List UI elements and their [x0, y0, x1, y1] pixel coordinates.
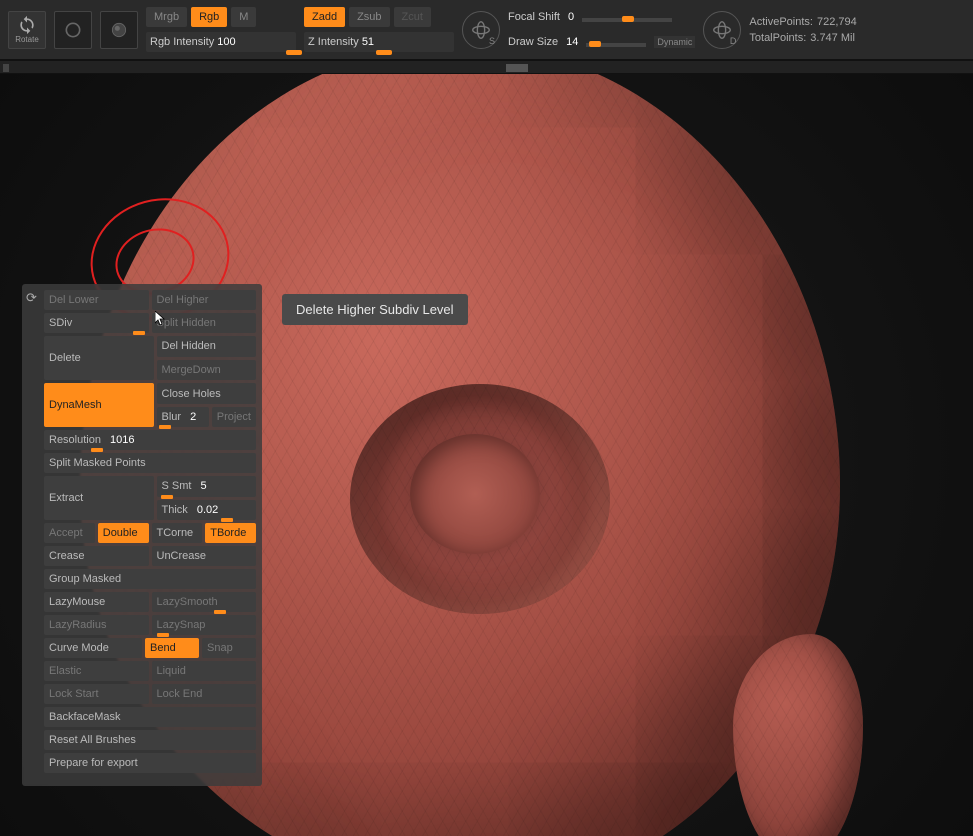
- rotate-label: Rotate: [15, 35, 39, 44]
- crease-button[interactable]: Crease: [44, 546, 149, 566]
- rgb-button[interactable]: Rgb: [191, 7, 227, 27]
- draw-size-label: Draw Size: [508, 36, 558, 48]
- uncrease-button[interactable]: UnCrease: [152, 546, 257, 566]
- dynamesh-button[interactable]: DynaMesh: [44, 383, 154, 427]
- refresh-icon[interactable]: ⟳: [26, 290, 37, 306]
- lazysnap-label: LazySnap: [157, 619, 206, 631]
- delete-button[interactable]: Delete: [44, 336, 154, 380]
- zadd-button[interactable]: Zadd: [304, 7, 345, 27]
- lazyradius-slider[interactable]: LazyRadius: [44, 615, 149, 635]
- reset-brushes-button[interactable]: Reset All Brushes: [44, 730, 256, 750]
- sdiv-label: SDiv: [49, 317, 72, 329]
- total-points-label: TotalPoints:: [749, 32, 806, 44]
- geometry-popup: ⟳ Del Lower Del Higher SDiv Split Hidden…: [22, 284, 262, 786]
- prepare-export-button[interactable]: Prepare for export: [44, 753, 256, 773]
- draw-size-value: 14: [566, 36, 578, 48]
- liquid-button[interactable]: Liquid: [152, 661, 257, 681]
- bend-button[interactable]: Bend: [145, 638, 199, 658]
- total-points-value: 3.747 Mil: [810, 32, 855, 44]
- dynamic-toggle[interactable]: Dynamic: [654, 36, 695, 48]
- lazysmooth-slider[interactable]: LazySmooth: [152, 592, 257, 612]
- s-smt-slider[interactable]: S Smt 5: [157, 476, 257, 497]
- thick-label: Thick: [162, 504, 188, 516]
- sphere-icon-1[interactable]: [54, 11, 92, 49]
- resolution-value: 1016: [110, 434, 134, 446]
- rotate-button[interactable]: Rotate: [8, 11, 46, 49]
- rgb-intensity-label: Rgb Intensity: [150, 36, 214, 48]
- rgb-intensity-value: 100: [217, 36, 235, 48]
- extract-button[interactable]: Extract: [44, 476, 154, 520]
- rgb-intensity-slider[interactable]: Rgb Intensity 100: [146, 32, 296, 52]
- tooltip: Delete Higher Subdiv Level: [282, 294, 468, 325]
- z-intensity-label: Z Intensity: [308, 36, 359, 48]
- sphere-icon-2[interactable]: [100, 11, 138, 49]
- backface-mask-button[interactable]: BackfaceMask: [44, 707, 256, 727]
- sdiv-slider[interactable]: SDiv: [44, 313, 149, 333]
- stats-block: ActivePoints: 722,794 TotalPoints: 3.747…: [749, 16, 856, 44]
- thick-slider[interactable]: Thick 0.02: [157, 500, 257, 521]
- s-smt-value: 5: [201, 480, 207, 492]
- resolution-slider[interactable]: Resolution 1016: [44, 430, 256, 450]
- blur-slider[interactable]: Blur 2: [157, 407, 209, 427]
- snap-button[interactable]: Snap: [202, 638, 256, 658]
- zsub-button[interactable]: Zsub: [349, 7, 389, 27]
- focal-shift-slider[interactable]: [582, 18, 672, 22]
- del-hidden-button[interactable]: Del Hidden: [157, 336, 257, 357]
- project-button[interactable]: Project: [212, 407, 256, 427]
- mrgb-button[interactable]: Mrgb: [146, 7, 187, 27]
- z-mode-group: Zadd Zsub Zcut Z Intensity 51: [304, 6, 454, 53]
- timeline-track[interactable]: [0, 60, 973, 74]
- lazyradius-label: LazyRadius: [49, 619, 106, 631]
- lock-end-button[interactable]: Lock End: [152, 684, 257, 704]
- split-hidden-button[interactable]: Split Hidden: [152, 313, 257, 333]
- gyro-d-icon[interactable]: D: [703, 11, 741, 49]
- mesh-eye-socket: [350, 384, 610, 614]
- gyro-s-icon[interactable]: S: [462, 11, 500, 49]
- double-button[interactable]: Double: [98, 523, 149, 543]
- del-lower-button[interactable]: Del Lower: [44, 290, 149, 310]
- gyro-d-sub: D: [730, 36, 737, 46]
- close-holes-button[interactable]: Close Holes: [157, 383, 257, 404]
- top-toolbar: Rotate Mrgb Rgb M Rgb Intensity 100 Zadd…: [0, 0, 973, 60]
- color-mode-group: Mrgb Rgb M Rgb Intensity 100: [146, 6, 296, 53]
- tcorne-button[interactable]: TCorne: [152, 523, 203, 543]
- blur-label: Blur: [162, 411, 182, 423]
- merge-down-button[interactable]: MergeDown: [157, 360, 257, 381]
- del-higher-button[interactable]: Del Higher: [152, 290, 257, 310]
- z-intensity-value: 51: [362, 36, 374, 48]
- m-button[interactable]: M: [231, 7, 256, 27]
- focal-shift-label: Focal Shift: [508, 11, 560, 23]
- z-intensity-slider[interactable]: Z Intensity 51: [304, 32, 454, 52]
- resolution-label: Resolution: [49, 434, 101, 446]
- accept-button[interactable]: Accept: [44, 523, 95, 543]
- lazysnap-slider[interactable]: LazySnap: [152, 615, 257, 635]
- curve-mode-button[interactable]: Curve Mode: [44, 638, 142, 658]
- lazymouse-slider[interactable]: LazyMouse: [44, 592, 149, 612]
- thick-value: 0.02: [197, 504, 218, 516]
- focal-shift-value: 0: [568, 11, 574, 23]
- group-masked-button[interactable]: Group Masked: [44, 569, 256, 589]
- draw-group: Focal Shift 0 Draw Size 14 Dynamic: [508, 6, 695, 53]
- lazymouse-label: LazyMouse: [49, 596, 105, 608]
- gyro-s-sub: S: [489, 36, 495, 46]
- s-smt-label: S Smt: [162, 480, 192, 492]
- active-points-value: 722,794: [817, 16, 857, 28]
- draw-size-slider[interactable]: [586, 43, 646, 47]
- elastic-button[interactable]: Elastic: [44, 661, 149, 681]
- lock-start-button[interactable]: Lock Start: [44, 684, 149, 704]
- active-points-label: ActivePoints:: [749, 16, 813, 28]
- tborde-button[interactable]: TBorde: [205, 523, 256, 543]
- zcut-button[interactable]: Zcut: [394, 7, 431, 27]
- mesh-ear: [733, 634, 863, 836]
- split-masked-button[interactable]: Split Masked Points: [44, 453, 256, 473]
- blur-value: 2: [190, 411, 196, 423]
- lazysmooth-label: LazySmooth: [157, 596, 218, 608]
